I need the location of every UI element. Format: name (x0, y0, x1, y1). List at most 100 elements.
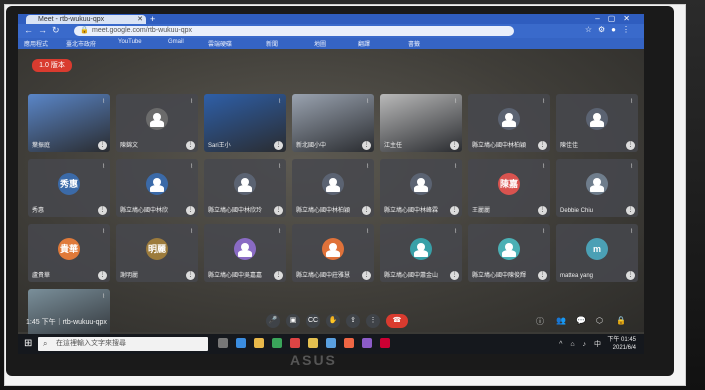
windows-start-icon[interactable]: ⊞ (24, 338, 32, 349)
pin-icon[interactable]: ⋮ (538, 206, 547, 215)
url-text: meet.google.com/rtb-wukuu-qpx (92, 27, 192, 34)
window-controls[interactable]: –▢✕ (595, 14, 638, 23)
participant-tile[interactable]: m ⌇ mattea yang ⋮ (556, 224, 638, 282)
app-icon[interactable] (308, 338, 318, 348)
participant-name: 葉振庭 (32, 143, 51, 149)
present-icon[interactable]: ⇪ (346, 314, 360, 328)
edge-icon[interactable] (236, 338, 246, 348)
participant-tile[interactable]: ⌇ 新北國小中 ⋮ (292, 94, 374, 152)
user-avatar-icon (410, 238, 432, 260)
bookmark-item[interactable]: 應用程式 (24, 39, 48, 48)
bookmark-item[interactable]: 新聞 (266, 39, 278, 48)
more-options-icon[interactable]: ⋮ (366, 314, 380, 328)
participant-tile[interactable]: ⌇ 葉振庭 ⋮ (28, 94, 110, 152)
participant-tile[interactable]: ⌇ 縣立鳩心國中林柏穎 ⋮ (292, 159, 374, 217)
new-tab-icon[interactable]: + (150, 14, 155, 24)
participant-tile[interactable]: 明麗 ⌇ 謝明麗 ⋮ (116, 224, 198, 282)
pin-icon[interactable]: ⋮ (450, 271, 459, 280)
pin-icon[interactable]: ⋮ (450, 206, 459, 215)
pin-icon[interactable]: ⋮ (362, 206, 371, 215)
mic-muted-icon: ⌇ (102, 229, 105, 235)
participant-tile[interactable]: ⌇ 縣立鳩心國中林欣玲 ⋮ (204, 159, 286, 217)
avatar-initials: 秀惠 (59, 179, 78, 189)
extension-icons[interactable]: ☆⚙●⋮ (585, 25, 636, 34)
bookmark-item[interactable]: 地圖 (314, 39, 326, 48)
app-icon[interactable] (290, 338, 300, 348)
taskbar-search[interactable]: ⌕ 在這裡輸入文字來搜尋 (38, 337, 208, 351)
chat-icon[interactable]: 💬 (576, 316, 586, 325)
app-icon[interactable] (362, 338, 372, 348)
end-call-button[interactable]: ☎ (386, 314, 408, 328)
info-icon[interactable]: ⓘ (536, 316, 544, 327)
participant-tile[interactable]: ⌇ 縣立鳩心國中吳嘉嘉 ⋮ (204, 224, 286, 282)
participant-tile[interactable]: ⌇ 縣立鳩心國中林峰霖 ⋮ (380, 159, 462, 217)
browser-tab[interactable]: Meet - rtb-wukuu-qpx ✕ (26, 15, 146, 24)
pin-icon[interactable]: ⋮ (98, 271, 107, 280)
participant-tile[interactable]: 陳嘉 ⌇ 王麗麗 ⋮ (468, 159, 550, 217)
pin-icon[interactable]: ⋮ (186, 206, 195, 215)
pin-icon[interactable]: ⋮ (626, 141, 635, 150)
participant-tile[interactable]: ⌇ 江主任 ⋮ (380, 94, 462, 152)
participant-tile[interactable]: ⌇ Sari王小 ⋮ (204, 94, 286, 152)
participant-tile[interactable]: ⌇ 縣立鳩心國中莊雅慧 ⋮ (292, 224, 374, 282)
close-icon[interactable]: ✕ (137, 15, 143, 24)
camera-icon[interactable]: ▣ (286, 314, 300, 328)
people-button[interactable]: 1.0 版本 (32, 59, 72, 72)
app-icon[interactable] (272, 338, 282, 348)
app-icon[interactable] (326, 338, 336, 348)
system-tray[interactable]: ^ ⌂ ♪ 中 (559, 339, 604, 349)
pin-icon[interactable]: ⋮ (626, 206, 635, 215)
pin-icon[interactable]: ⋮ (186, 271, 195, 280)
file-explorer-icon[interactable] (254, 338, 264, 348)
pin-icon[interactable]: ⋮ (98, 206, 107, 215)
user-avatar-icon (146, 108, 168, 130)
chrome-icon[interactable] (344, 338, 354, 348)
participant-tile[interactable]: ⌇ 陳佳佳 ⋮ (556, 94, 638, 152)
participant-name: 縣立鳩心國中林峰霖 (384, 208, 439, 214)
participant-tile[interactable]: ⌇ 縣立鳩心國中林欣 ⋮ (116, 159, 198, 217)
people-icon[interactable]: 👥 (556, 316, 566, 325)
user-avatar-icon (234, 238, 256, 260)
app-icon[interactable] (380, 338, 390, 348)
pin-icon[interactable]: ⋮ (362, 141, 371, 150)
bookmark-item[interactable]: 臺北市政府 (66, 39, 96, 48)
participant-tile[interactable]: ⌇ 縣立鳩心國中陳俊輝 ⋮ (468, 224, 550, 282)
reload-icon[interactable]: ↻ (52, 25, 60, 36)
pin-icon[interactable]: ⋮ (450, 141, 459, 150)
bookmark-item[interactable]: 書籤 (408, 39, 420, 48)
raise-hand-icon[interactable]: ✋ (326, 314, 340, 328)
pin-icon[interactable]: ⋮ (626, 271, 635, 280)
mic-muted-icon: ⌇ (190, 229, 193, 235)
captions-icon[interactable]: CC (306, 314, 320, 328)
user-avatar-icon (498, 108, 520, 130)
participant-tile[interactable]: ⌇ Debbie Chiu ⋮ (556, 159, 638, 217)
participant-tile[interactable]: ⌇ 陳錦文 ⋮ (116, 94, 198, 152)
screen: Meet - rtb-wukuu-qpx ✕ + –▢✕ ← → ↻ 🔒 mee… (18, 14, 644, 354)
activities-icon[interactable]: ⬡ (596, 316, 603, 325)
mic-muted-icon: ⌇ (278, 229, 281, 235)
microphone-icon[interactable]: 🎤 (266, 314, 280, 328)
pin-icon[interactable]: ⋮ (98, 141, 107, 150)
bookmark-item[interactable]: 翻譯 (358, 39, 370, 48)
bookmark-item[interactable]: Gmail (168, 39, 184, 45)
participant-tile[interactable]: ⌇ 縣立鳩心國中林柏穎 ⋮ (468, 94, 550, 152)
pin-icon[interactable]: ⋮ (538, 141, 547, 150)
pin-icon[interactable]: ⋮ (274, 271, 283, 280)
bookmark-item[interactable]: 雲端硬碟 (208, 39, 232, 48)
initials-avatar: m (586, 238, 608, 260)
taskbar-clock[interactable]: 下午 01:45 2021/6/4 (607, 336, 636, 352)
lock-icon[interactable]: 🔒 (616, 316, 626, 325)
back-icon[interactable]: ← (24, 25, 33, 35)
task-view-icon[interactable] (218, 338, 228, 348)
participant-tile[interactable]: 貴華 ⌇ 盧貴華 ⋮ (28, 224, 110, 282)
bookmark-item[interactable]: YouTube (118, 39, 142, 45)
url-field[interactable]: 🔒 meet.google.com/rtb-wukuu-qpx (74, 26, 514, 36)
pin-icon[interactable]: ⋮ (274, 206, 283, 215)
pin-icon[interactable]: ⋮ (538, 271, 547, 280)
pin-icon[interactable]: ⋮ (274, 141, 283, 150)
participant-tile[interactable]: ⌇ 縣立鳩心國中蕭金山 ⋮ (380, 224, 462, 282)
participant-tile[interactable]: 秀惠 ⌇ 秀惠 ⋮ (28, 159, 110, 217)
forward-icon[interactable]: → (38, 25, 47, 35)
pin-icon[interactable]: ⋮ (186, 141, 195, 150)
pin-icon[interactable]: ⋮ (362, 271, 371, 280)
